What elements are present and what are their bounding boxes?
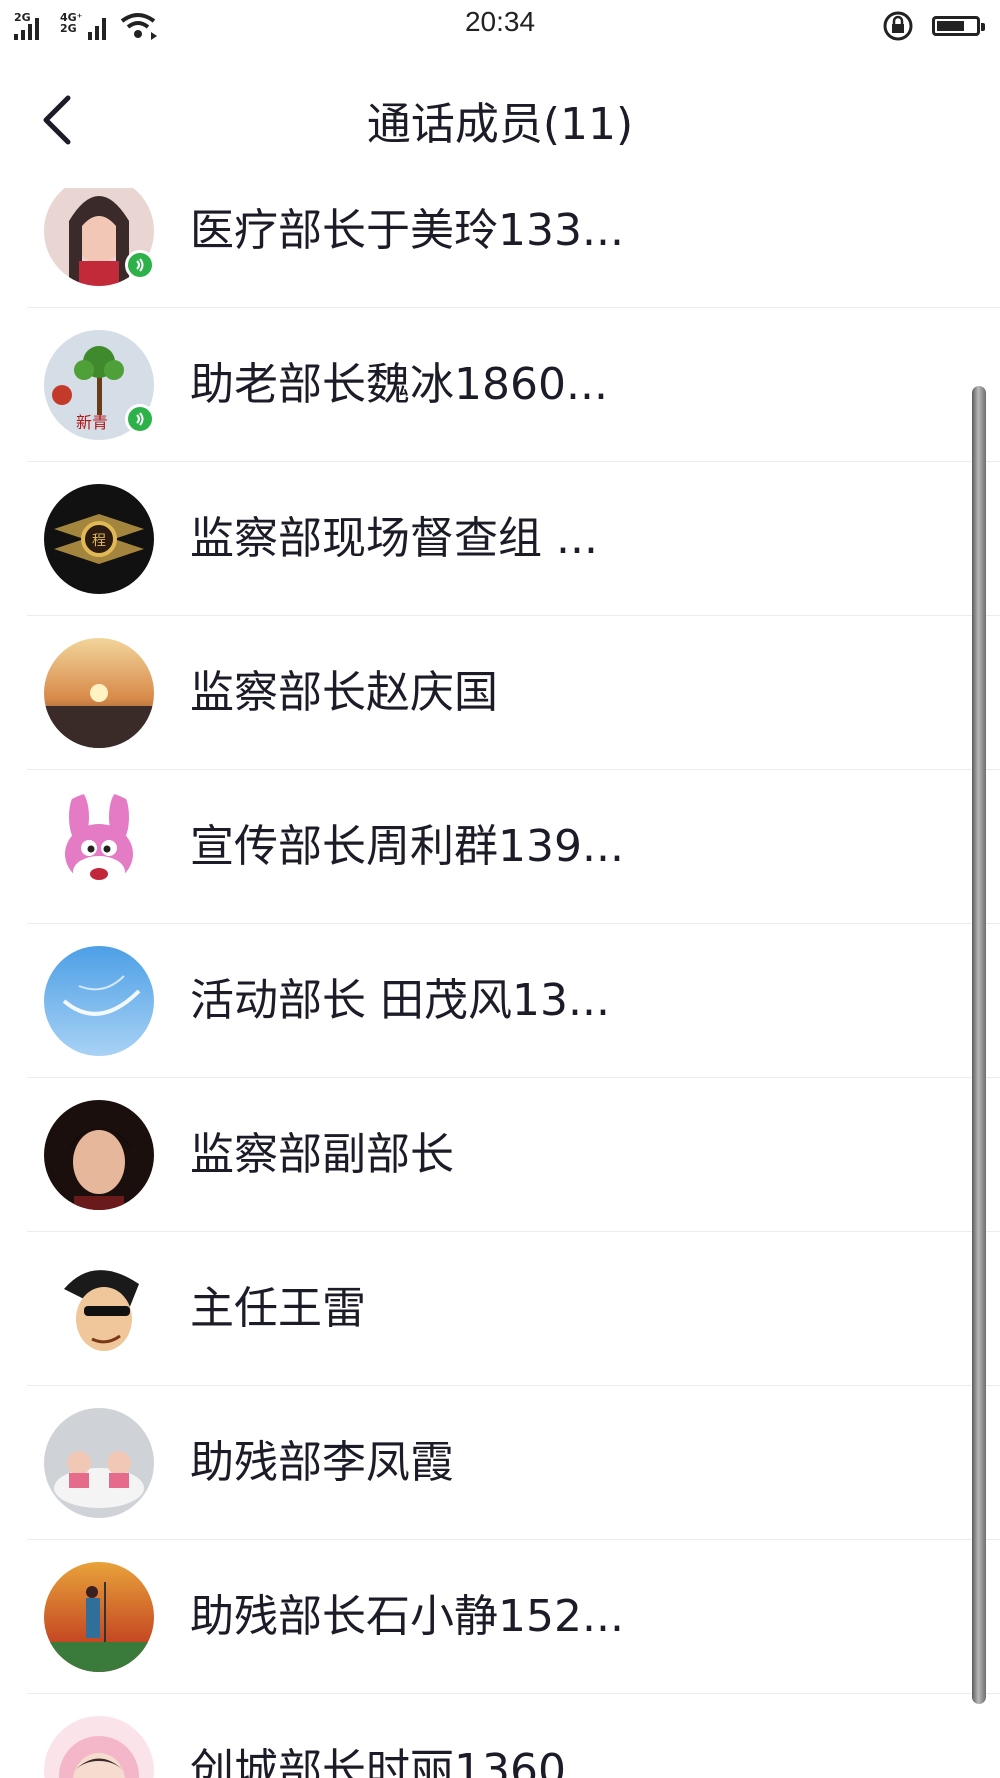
list-item[interactable]: 活动部长 田茂风13... (27, 924, 1000, 1078)
list-item[interactable]: 监察部长赵庆国 (27, 616, 1000, 770)
member-name: 宣传部长周利群139... (190, 821, 624, 872)
list-item[interactable]: 创城部长时丽1360... (27, 1694, 1000, 1778)
svg-text:新青: 新青 (76, 413, 108, 432)
battery-icon (932, 16, 985, 36)
member-name: 助老部长魏冰1860... (190, 359, 608, 410)
avatar (44, 946, 154, 1056)
member-name: 医疗部长于美玲133... (190, 205, 624, 256)
avatar (44, 1254, 154, 1364)
member-name: 监察部现场督查组 ... (190, 513, 598, 564)
avatar (44, 1100, 154, 1210)
rotation-lock-icon (883, 11, 913, 41)
list-item[interactable]: 监察部副部长 (27, 1078, 1000, 1232)
avatar (44, 1716, 154, 1778)
speaking-icon (125, 250, 155, 280)
speaking-icon (125, 404, 155, 434)
list-item[interactable]: 新青 助老部长魏冰1860... (27, 308, 1000, 462)
member-name: 助残部长石小静152... (190, 1591, 624, 1642)
avatar (44, 1562, 154, 1672)
avatar: 程 (44, 484, 154, 594)
member-name: 活动部长 田茂风13... (190, 975, 610, 1026)
member-list[interactable]: 医疗部长于美玲133... 新青 助老部长魏冰1860... 程 监察部现场督查组 ..… (0, 188, 1000, 1778)
member-name: 监察部长赵庆国 (190, 667, 498, 718)
status-bar: 2G 4G⁺ 2G 20:34 (0, 0, 1000, 50)
list-item[interactable]: 程 监察部现场督查组 ... (27, 462, 1000, 616)
list-item[interactable]: 助残部李凤霞 (27, 1386, 1000, 1540)
svg-text:程: 程 (92, 533, 106, 549)
avatar (44, 1408, 154, 1518)
list-item[interactable]: 宣传部长周利群139... (27, 770, 1000, 924)
header: 通话成员(11) (0, 60, 1000, 180)
list-item[interactable]: 主任王雷 (27, 1232, 1000, 1386)
member-name: 主任王雷 (190, 1283, 366, 1334)
member-name: 创城部长时丽1360... (190, 1745, 608, 1778)
list-item[interactable]: 医疗部长于美玲133... (27, 188, 1000, 308)
member-name: 助残部李凤霞 (190, 1437, 454, 1488)
page-title: 通话成员(11) (366, 99, 634, 150)
avatar (44, 638, 154, 748)
list-item[interactable]: 助残部长石小静152... (27, 1540, 1000, 1694)
clock: 20:34 (464, 6, 536, 37)
scrollbar[interactable] (972, 386, 986, 1704)
avatar (44, 792, 154, 902)
member-name: 监察部副部长 (190, 1129, 454, 1180)
